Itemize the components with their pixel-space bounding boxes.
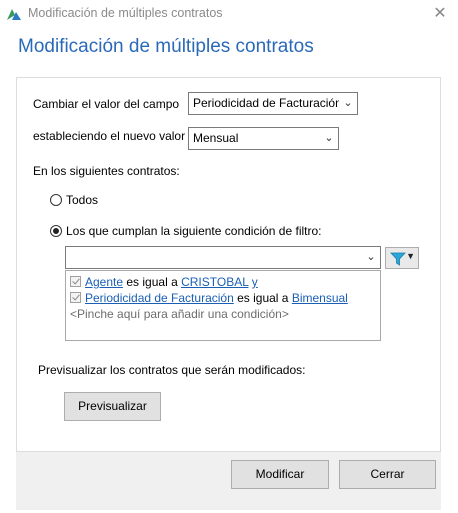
- radio-filter[interactable]: [50, 225, 62, 237]
- condition-value-link[interactable]: Bimensual: [292, 291, 348, 305]
- condition-field-link[interactable]: Periodicidad de Facturación: [85, 291, 234, 305]
- contracts-label: En los siguientes contratos:: [33, 164, 180, 178]
- close-button[interactable]: Cerrar: [339, 460, 436, 489]
- radio-all-label[interactable]: Todos: [66, 193, 98, 207]
- filter-combo[interactable]: ⌄: [65, 246, 381, 269]
- radio-filter-label[interactable]: Los que cumplan la siguiente condición d…: [66, 224, 322, 238]
- condition-checkbox[interactable]: [70, 276, 81, 287]
- new-value-label: estableciendo el nuevo valor: [33, 129, 186, 143]
- app-logo-icon: [6, 6, 22, 22]
- field-change-label: Cambiar el valor del campo: [33, 97, 180, 111]
- condition-operator: es igual a: [233, 291, 292, 305]
- filter-button[interactable]: ▼: [385, 247, 419, 269]
- condition-row[interactable]: Agente es igual a CRISTOBAL y: [70, 274, 258, 290]
- preview-button[interactable]: Previsualizar: [64, 392, 161, 421]
- condition-checkbox[interactable]: [70, 292, 81, 303]
- preview-label: Previsualizar los contratos que serán mo…: [38, 363, 306, 377]
- dropdown-arrow-icon: ▼: [406, 251, 415, 261]
- value-select-value: Mensual: [193, 131, 239, 145]
- value-select[interactable]: Mensual ⌄: [188, 127, 339, 150]
- add-condition-hint[interactable]: <Pinche aquí para añadir una condición>: [70, 306, 289, 322]
- condition-row[interactable]: Periodicidad de Facturación es igual a B…: [70, 290, 348, 306]
- close-window-button[interactable]: ✕: [426, 2, 454, 26]
- field-select[interactable]: Periodicidad de Facturación ⌄: [188, 92, 358, 115]
- title-bar: Modificación de múltiples contratos ✕: [0, 0, 458, 28]
- condition-join-link[interactable]: y: [252, 275, 258, 289]
- chevron-down-icon: ⌄: [320, 128, 338, 149]
- window-title: Modificación de múltiples contratos: [28, 6, 223, 20]
- radio-all[interactable]: [50, 194, 62, 206]
- field-select-value: Periodicidad de Facturación: [193, 96, 342, 110]
- condition-value-link[interactable]: CRISTOBAL: [181, 275, 248, 289]
- modify-button[interactable]: Modificar: [231, 460, 329, 489]
- funnel-icon: [390, 252, 406, 266]
- dialog-heading: Modificación de múltiples contratos: [18, 36, 314, 57]
- chevron-down-icon: ⌄: [362, 247, 380, 268]
- condition-field-link[interactable]: Agente: [85, 275, 123, 289]
- main-panel: Cambiar el valor del campo Periodicidad …: [16, 77, 441, 452]
- conditions-list[interactable]: Agente es igual a CRISTOBAL y Periodicid…: [65, 270, 381, 341]
- close-icon: ✕: [433, 5, 447, 22]
- chevron-down-icon: ⌄: [339, 93, 357, 114]
- condition-operator: es igual a: [123, 275, 182, 289]
